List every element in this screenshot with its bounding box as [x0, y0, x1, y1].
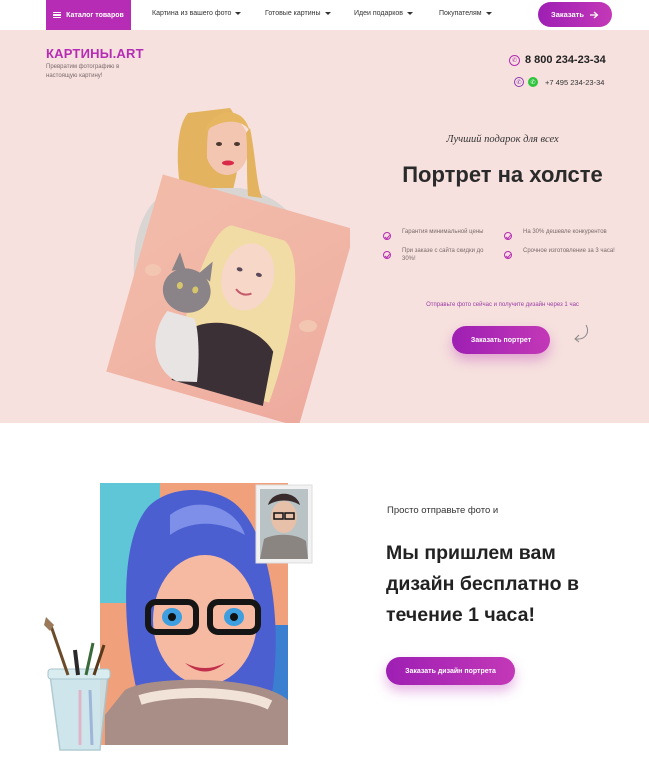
nav-item-ready-paintings[interactable]: Готовые картины: [265, 10, 331, 17]
tagline: Превратим фотографию в настоящую картину…: [46, 64, 120, 79]
order-design-button[interactable]: Заказать дизайн портрета: [386, 657, 515, 685]
send-photo-hint: Отправьте фото сейчас и получите дизайн …: [426, 302, 579, 308]
feature-min-price: Гарантия минимальной цены: [402, 229, 484, 235]
order-button-label: Заказать: [551, 10, 584, 19]
curved-arrow-icon: [574, 324, 589, 343]
order-button[interactable]: Заказать: [538, 2, 612, 27]
catalog-label: Каталог товаров: [66, 11, 124, 19]
catalog-button[interactable]: Каталог товаров: [46, 0, 131, 30]
viber-icon[interactable]: ✆: [514, 77, 524, 87]
nav-item-gift-ideas[interactable]: Идеи подарков: [354, 10, 414, 17]
nav-item-label: Готовые картины: [265, 10, 321, 17]
phone-second[interactable]: ✆ ✆ +7 495 234-23-34: [514, 77, 604, 87]
landing-page: Каталог товаров Картина из вашего фото Г…: [0, 0, 649, 772]
section2-title: Мы пришлем вам дизайн бесплатно в течени…: [386, 542, 579, 626]
nav-item-label: Покупателям: [439, 10, 482, 17]
nav-item-customers[interactable]: Покупателям: [439, 10, 492, 17]
feature-discount: При заказе с сайта скидки до 30%!: [402, 248, 484, 262]
chevron-down-icon: [485, 12, 492, 15]
sample-portrait-image: [44, 483, 313, 751]
top-nav: Каталог товаров Картина из вашего фото Г…: [0, 0, 649, 30]
section2-kicker: Просто отправьте фото и: [387, 505, 499, 516]
hero-title: Портрет на холсте: [402, 162, 603, 187]
hero-portrait-image: [106, 108, 350, 423]
check-icon: [383, 232, 391, 240]
feature-urgent: Срочное изготовление за 3 часа!: [523, 248, 615, 254]
phone-main-number: 8 800 234-23-34: [525, 54, 606, 66]
nav-item-label: Идеи подарков: [354, 10, 404, 17]
check-icon: [504, 251, 512, 259]
hero-subtitle: Лучший подарок для всех: [446, 134, 559, 145]
nav-item-photo-painting[interactable]: Картина из вашего фото: [152, 10, 242, 17]
feature-cheaper: На 30% дешевле конкурентов: [523, 229, 607, 235]
whatsapp-icon[interactable]: ✆: [528, 77, 538, 87]
order-portrait-button[interactable]: Заказать портрет: [452, 326, 550, 354]
menu-icon: [53, 11, 62, 19]
arrow-right-icon: [589, 11, 599, 18]
phone-icon: ✆: [509, 54, 520, 66]
chevron-down-icon: [407, 12, 414, 15]
chevron-down-icon: [235, 12, 242, 15]
nav-item-label: Картина из вашего фото: [152, 10, 232, 17]
chevron-down-icon: [324, 12, 331, 15]
check-icon: [504, 232, 512, 240]
check-icon: [383, 251, 391, 259]
logo[interactable]: КАРТИНЫ.ART: [46, 46, 144, 61]
phone-second-number: +7 495 234-23-34: [545, 77, 605, 87]
phone-main[interactable]: ✆ 8 800 234-23-34: [509, 54, 606, 66]
